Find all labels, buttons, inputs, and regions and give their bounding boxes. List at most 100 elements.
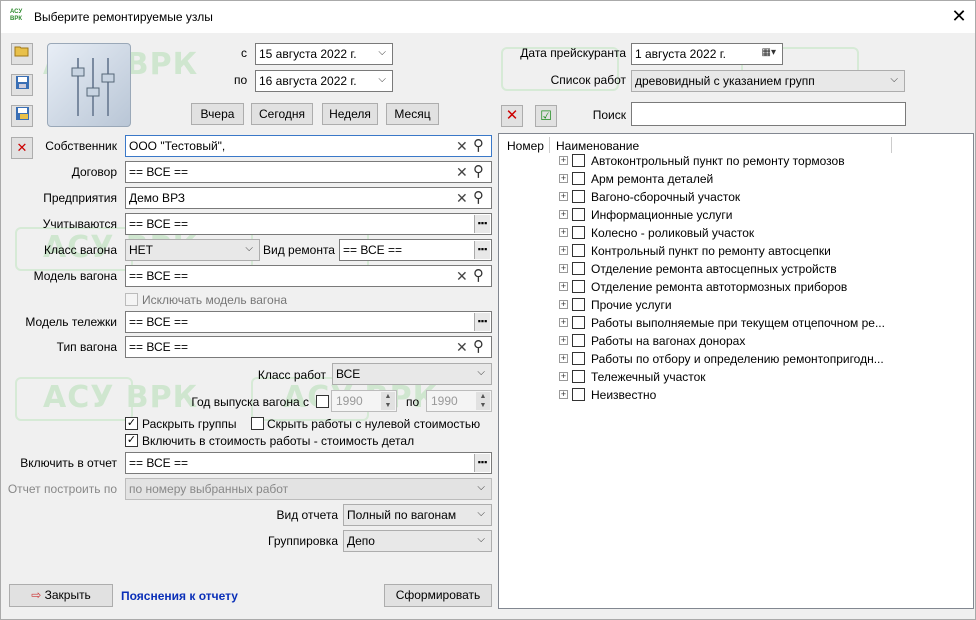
enterprise-field[interactable]: Демо ВРЗ ✕ ⚲ (125, 187, 492, 209)
expand-plus-icon[interactable]: + (559, 210, 568, 219)
spin-down-icon[interactable]: ▼ (381, 401, 395, 410)
date-from-picker[interactable]: 15 августа 2022 г. ⌵ (255, 43, 393, 65)
tree-item[interactable]: + Арм ремонта деталей (559, 170, 969, 188)
expand-plus-icon[interactable]: + (559, 282, 568, 291)
accounted-field[interactable]: == ВСЕ == ▪▪▪ (125, 213, 492, 235)
close-window-button[interactable]: ✕ (949, 6, 969, 26)
build-report-button[interactable]: Сформировать (384, 584, 492, 607)
tree-item-checkbox[interactable] (572, 226, 585, 239)
clear-icon[interactable]: ✕ (456, 138, 468, 155)
ellipsis-icon[interactable]: ▪▪▪ (474, 313, 490, 331)
tree-item-checkbox[interactable] (572, 172, 585, 185)
expand-plus-icon[interactable]: + (559, 318, 568, 327)
tree-item-checkbox[interactable] (572, 190, 585, 203)
tree-item-checkbox[interactable] (572, 298, 585, 311)
tree-item[interactable]: + Неизвестно (559, 386, 969, 404)
tree-item-checkbox[interactable] (572, 334, 585, 347)
tree-item-checkbox[interactable] (572, 280, 585, 293)
tree-item-checkbox[interactable] (572, 352, 585, 365)
column-name[interactable]: Наименование (556, 139, 639, 153)
year-checkbox[interactable] (316, 395, 329, 408)
search-input[interactable] (631, 102, 906, 126)
hide-zero-checkbox[interactable] (251, 417, 264, 430)
spin-down-icon[interactable]: ▼ (476, 401, 490, 410)
tree-item-checkbox[interactable] (572, 316, 585, 329)
exclude-model-checkbox[interactable] (125, 293, 138, 306)
owner-field[interactable]: ООО "Тестовый", ✕ ⚲ (125, 135, 492, 157)
wagon-class-select[interactable]: НЕТ ⌵ (125, 239, 260, 261)
tree-item[interactable]: + Работы выполняемые при текущем отцепочн… (559, 314, 969, 332)
ellipsis-icon[interactable]: ▪▪▪ (474, 215, 490, 233)
expand-plus-icon[interactable]: + (559, 192, 568, 201)
save-as-icon[interactable] (11, 105, 33, 127)
tree-item[interactable]: + Контрольный пункт по ремонту автосцепки (559, 242, 969, 260)
repair-type-field[interactable]: == ВСЕ == ▪▪▪ (339, 239, 492, 261)
expand-plus-icon[interactable]: + (559, 156, 568, 165)
tree-item[interactable]: + Информационные услуги (559, 206, 969, 224)
uncheck-all-icon[interactable]: ✕ (501, 105, 523, 127)
today-button[interactable]: Сегодня (251, 103, 313, 125)
expand-groups-checkbox[interactable]: ✓ (125, 417, 138, 430)
month-button[interactable]: Месяц (386, 103, 439, 125)
tree-item-checkbox[interactable] (572, 388, 585, 401)
date-to-picker[interactable]: 16 августа 2022 г. ⌵ (255, 70, 393, 92)
clear-icon[interactable]: ✕ (456, 268, 468, 285)
grouping-select[interactable]: Депо ⌵ (343, 530, 492, 552)
expand-plus-icon[interactable]: + (559, 354, 568, 363)
tree-item-checkbox[interactable] (572, 262, 585, 275)
tree-item-checkbox[interactable] (572, 208, 585, 221)
spin-up-icon[interactable]: ▲ (476, 392, 490, 401)
build-by-select[interactable]: по номеру выбранных работ ⌵ (125, 478, 492, 500)
tree-item[interactable]: + Работы по отбору и определению ремонтоп… (559, 350, 969, 368)
work-tree[interactable]: Номер Наименование + Автоконтрольный пунк… (498, 133, 974, 609)
tree-item[interactable]: + Работы на вагонах донорах (559, 332, 969, 350)
expand-plus-icon[interactable]: + (559, 228, 568, 237)
ellipsis-icon[interactable]: ▪▪▪ (474, 241, 490, 259)
work-class-select[interactable]: ВСЕ ⌵ (332, 363, 492, 385)
expand-plus-icon[interactable]: + (559, 390, 568, 399)
clear-icon[interactable]: ✕ (456, 190, 468, 207)
search-icon[interactable]: ⚲ (473, 266, 484, 284)
search-icon[interactable]: ⚲ (473, 337, 484, 355)
clear-icon[interactable]: ✕ (456, 164, 468, 181)
pricelist-date-picker[interactable]: 1 августа 2022 г. ▦▾ (631, 43, 783, 65)
expand-plus-icon[interactable]: + (559, 246, 568, 255)
tree-item-checkbox[interactable] (572, 154, 585, 167)
tree-item-checkbox[interactable] (572, 244, 585, 257)
check-all-icon[interactable]: ☑ (535, 105, 557, 127)
expand-plus-icon[interactable]: + (559, 336, 568, 345)
include-cost-checkbox[interactable]: ✓ (125, 434, 138, 447)
year-to-spinner[interactable]: 1990 ▲ ▼ (426, 390, 492, 412)
expand-plus-icon[interactable]: + (559, 372, 568, 381)
tree-item[interactable]: + Колесно - роликовый участок (559, 224, 969, 242)
folder-open-icon[interactable] (11, 43, 33, 65)
report-type-select[interactable]: Полный по вагонам ⌵ (343, 504, 492, 526)
tree-item[interactable]: + Тележечный участок (559, 368, 969, 386)
tree-item[interactable]: + Вагоно-сборочный участок (559, 188, 969, 206)
save-icon[interactable] (11, 74, 33, 96)
wagon-model-field[interactable]: == ВСЕ == ✕ ⚲ (125, 265, 492, 287)
tree-item-checkbox[interactable] (572, 370, 585, 383)
search-icon[interactable]: ⚲ (473, 136, 484, 154)
yesterday-button[interactable]: Вчера (191, 103, 244, 125)
tree-item[interactable]: + Отделение ремонта автосцепных устройств (559, 260, 969, 278)
bogie-model-field[interactable]: == ВСЕ == ▪▪▪ (125, 311, 492, 333)
year-from-spinner[interactable]: 1990 ▲ ▼ (331, 390, 397, 412)
include-report-field[interactable]: == ВСЕ == ▪▪▪ (125, 452, 492, 474)
wagon-type-field[interactable]: == ВСЕ == ✕ ⚲ (125, 336, 492, 358)
expand-plus-icon[interactable]: + (559, 300, 568, 309)
week-button[interactable]: Неделя (322, 103, 378, 125)
tree-item[interactable]: + Отделение ремонта автотормозных приборо… (559, 278, 969, 296)
report-notes-link[interactable]: Пояснения к отчету (121, 589, 238, 603)
tree-item[interactable]: + Прочие услуги (559, 296, 969, 314)
expand-plus-icon[interactable]: + (559, 174, 568, 183)
close-button[interactable]: ⇨ Закрыть (9, 584, 113, 607)
expand-plus-icon[interactable]: + (559, 264, 568, 273)
tree-item[interactable]: + Автоконтрольный пункт по ремонту тормоз… (559, 152, 969, 170)
clear-icon[interactable]: ✕ (456, 339, 468, 356)
worklist-select[interactable]: древовидный с указанием групп ⌵ (631, 70, 905, 92)
spin-up-icon[interactable]: ▲ (381, 392, 395, 401)
ellipsis-icon[interactable]: ▪▪▪ (474, 454, 490, 472)
search-icon[interactable]: ⚲ (473, 188, 484, 206)
search-icon[interactable]: ⚲ (473, 162, 484, 180)
